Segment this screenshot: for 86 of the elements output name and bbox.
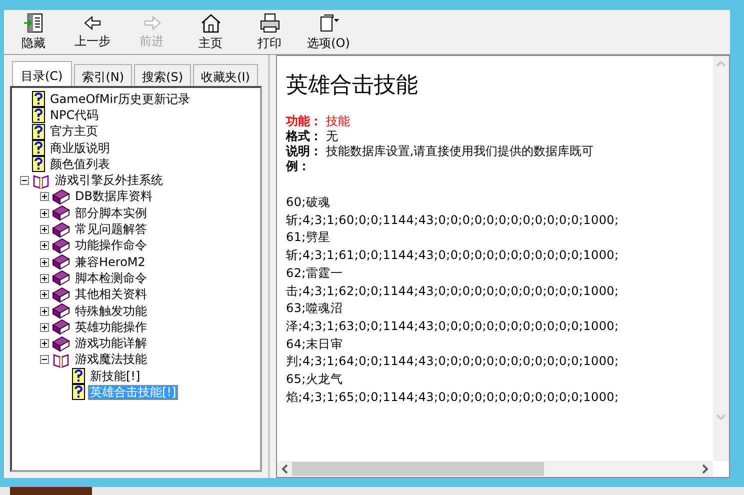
tree-item[interactable]: GameOfMir历史更新记录 (48, 92, 192, 107)
tab[interactable]: 目录(C) (12, 61, 72, 86)
closed-book-icon (52, 205, 70, 222)
tree-item[interactable]: 其他相关资料 (73, 287, 149, 302)
expand-toggle[interactable] (40, 290, 48, 300)
toolbar-button[interactable]: 打印 (240, 10, 299, 54)
expand-toggle[interactable] (40, 322, 48, 332)
tree-item[interactable]: 官方主页 (48, 124, 100, 140)
tab[interactable]: 收藏夹(I) (193, 64, 258, 86)
tree-item[interactable]: 英雄功能操作 (73, 320, 149, 335)
help-page-icon (32, 124, 45, 140)
tree-item[interactable]: 游戏功能详解 (73, 336, 149, 352)
field-label: 例： (286, 159, 310, 173)
field-value: 无 (326, 129, 338, 143)
expand-toggle[interactable] (40, 258, 48, 267)
tab[interactable]: 索引(N) (74, 64, 132, 86)
closed-book-icon (52, 254, 70, 270)
code-line: 60;破魂 (286, 194, 332, 211)
collapse-toggle[interactable] (20, 176, 28, 186)
tree-item[interactable]: 兼容HeroM2 (73, 254, 148, 270)
tab[interactable]: 搜索(S) (134, 64, 192, 86)
closed-book-icon (52, 188, 70, 205)
code-line: 判;4;3;1;64;0;0;1144;43;0;0;0;0;0;0;0;0;0;0;0;0;1000; (286, 353, 620, 370)
expand-toggle[interactable] (40, 241, 48, 250)
toolbar-button[interactable]: 隐藏 (4, 10, 63, 54)
closed-book-icon (52, 336, 70, 352)
tree-item[interactable]: 特殊触发功能 (73, 304, 149, 318)
closed-book-icon (52, 238, 70, 254)
field-label: 格式： (286, 129, 322, 143)
closed-book-icon (52, 222, 70, 238)
help-page-icon (32, 107, 45, 124)
help-page-icon (32, 140, 45, 156)
options-document-icon (318, 12, 340, 32)
code-line: 61;劈星 (286, 229, 332, 246)
tree-item[interactable]: 常见问题解答 (73, 222, 149, 238)
tree-item[interactable]: NPC代码 (48, 108, 101, 123)
closed-book-icon (52, 303, 70, 319)
code-line: 焰;4;3;1;65;0;0;1144;43;0;0;0;0;0;0;0;0;0;0;0;0;1000; (286, 388, 620, 406)
tree-item[interactable]: 脚本检测命令 (73, 270, 149, 286)
code-line: 63;噬魂沼 (286, 300, 344, 318)
tree-item[interactable]: 商业版说明 (48, 140, 112, 156)
help-page-icon (32, 156, 45, 172)
code-line: 62;雷霆一 (286, 264, 344, 282)
field-label: 说明： (286, 144, 322, 158)
hide-panel-icon (22, 12, 44, 32)
expand-toggle[interactable] (40, 225, 48, 234)
collapse-toggle[interactable] (40, 355, 48, 364)
help-page-icon (32, 91, 45, 108)
expand-toggle[interactable] (40, 306, 48, 316)
tree-item[interactable]: 游戏魔法技能 (73, 352, 149, 368)
code-line: 斩;4;3;1;61;0;0;1144;43;0;0;0;0;0;0;0;0;0;0;0;0;1000; (286, 247, 620, 264)
expand-toggle[interactable] (40, 274, 48, 283)
code-line: 斩;4;3;1;60;0;0;1144;43;0;0;0;0;0;0;0;0;0;0;0;0;1000; (286, 212, 620, 229)
tree-item[interactable]: 游戏引擎反外挂系统 (53, 173, 165, 188)
toolbar-button[interactable]: 选项(O) (299, 10, 358, 54)
code-line: 泽;4;3;1;63;0;0;1144;43;0;0;0;0;0;0;0;0;0;0;0;0;1000; (286, 318, 620, 335)
field-value: 技能数据库设置,请直接使用我们提供的数据库既可 (326, 144, 594, 158)
expand-toggle[interactable] (40, 192, 48, 202)
field-label: 功能： (286, 114, 322, 128)
closed-book-icon (52, 286, 70, 303)
scroll-right-icon[interactable] (701, 464, 709, 474)
back-arrow-icon (82, 14, 102, 30)
forward-arrow-icon (142, 14, 162, 30)
help-page-icon (72, 384, 85, 400)
printer-icon (258, 12, 280, 32)
field-value: 技能 (326, 114, 350, 128)
tree-item[interactable]: 功能操作命令 (73, 238, 149, 254)
page-title: 英雄合击技能 (286, 72, 419, 100)
tree-item[interactable]: 颜色值列表 (48, 156, 112, 172)
tree-item[interactable]: DB数据库资料 (73, 189, 154, 204)
code-line: 65;火龙气 (286, 371, 344, 388)
help-page-icon (72, 368, 85, 384)
tree-item[interactable]: 部分脚本实例 (73, 206, 149, 221)
code-line: 击;4;3;1;62;0;0;1144;43;0;0;0;0;0;0;0;0;0;0;0;0;1000; (286, 282, 620, 300)
toolbar-button[interactable]: 主页 (181, 10, 240, 54)
expand-toggle[interactable] (40, 339, 48, 348)
open-book-icon (32, 172, 50, 189)
home-icon (200, 12, 222, 32)
closed-book-icon (52, 319, 70, 336)
scroll-left-icon[interactable] (281, 464, 289, 474)
closed-book-icon (52, 270, 70, 286)
toolbar-button[interactable]: 上一步 (63, 10, 122, 54)
code-line: 64;末日审 (286, 336, 344, 353)
expand-toggle[interactable] (40, 208, 48, 218)
scrollbar-thumb[interactable] (292, 462, 544, 476)
tree-item[interactable]: 新技能[!] (88, 368, 142, 384)
